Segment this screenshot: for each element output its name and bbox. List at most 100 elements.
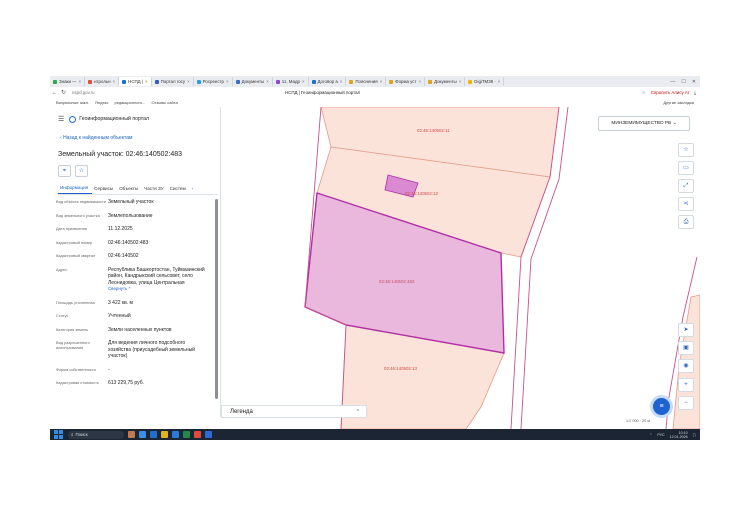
bookmark-item[interactable]: Отзывы сайта — [151, 100, 177, 105]
property-row: Кадастровая стоимость 613 229,75 руб. — [56, 380, 214, 387]
property-row: Кадастровый номер 02:46:140502:483 — [56, 240, 214, 247]
teams-icon[interactable] — [205, 431, 212, 438]
property-value-text: 613 229,75 руб. — [108, 380, 144, 386]
portal-name: Геоинформационный портал — [79, 116, 150, 122]
browser-tab[interactable]: Документы × — [233, 77, 273, 86]
property-value: Земли населенных пунктов — [108, 327, 208, 334]
tab-label: Документы — [241, 79, 265, 84]
tab-services[interactable]: Сервисы — [92, 186, 117, 194]
browser-tab[interactable]: Пояснения × — [346, 77, 387, 86]
panel-scrollbar[interactable] — [215, 199, 218, 399]
layers-icon[interactable]: ☆ — [678, 143, 694, 157]
property-value: 11.12.2025 — [108, 226, 208, 233]
browser-tab[interactable]: НСПД | × — [119, 77, 152, 86]
search-icon: ⌕ — [71, 432, 74, 437]
property-value-text: 02:46:140502 — [108, 253, 139, 259]
collapse-address-link[interactable]: Свернуть ^ — [108, 286, 208, 293]
browser-tab[interactable]: 11. Мадр × — [273, 77, 309, 86]
property-row: Категория земель Земли населенных пунктов — [56, 327, 214, 334]
excel-icon[interactable] — [183, 431, 190, 438]
news-widget-icon[interactable] — [128, 431, 135, 438]
zoom-out-icon[interactable]: − — [678, 396, 694, 410]
ministry-select[interactable]: МИНЗЕМИМУЩЕСТВО РБ ⌄ — [598, 116, 690, 131]
bookmark-item[interactable]: Яндекс — [95, 100, 108, 105]
browser-tab[interactable]: Портал госу × — [152, 77, 194, 86]
browser-tab[interactable]: нтрольн × — [85, 77, 120, 86]
download-icon[interactable]: ⤓ — [694, 90, 696, 95]
property-row: Статус Учтенный — [56, 313, 214, 320]
tab-parcel-parts[interactable]: Части ЗУ — [142, 186, 168, 194]
map-tools-icon[interactable]: ▣ — [678, 341, 694, 355]
tabs-scroll-right-icon[interactable]: › — [190, 186, 198, 194]
tab-close-icon[interactable]: × — [113, 79, 116, 84]
url-field[interactable]: nspd.gov.ru — [72, 90, 95, 95]
close-window-icon[interactable]: ✕ — [692, 79, 696, 85]
tab-objects[interactable]: Объекты — [117, 186, 142, 194]
reload-icon[interactable]: ↻ — [59, 89, 68, 96]
task-view-icon[interactable] — [139, 431, 146, 438]
tab-close-icon[interactable]: × — [380, 79, 383, 84]
tab-close-icon[interactable]: × — [340, 79, 343, 84]
notifications-icon[interactable]: ▢ — [693, 433, 696, 437]
browser-tab[interactable]: Росреестр × — [194, 77, 233, 86]
tab-close-icon[interactable]: × — [419, 79, 422, 84]
property-row: Вид объекта недвижимости Земельный участо… — [56, 199, 214, 206]
tab-label: Форма уст — [395, 79, 417, 84]
tab-close-icon[interactable]: × — [266, 79, 269, 84]
bookmark-item[interactable]: Визуальные закл. — [56, 100, 89, 105]
windows-start-icon[interactable] — [54, 430, 63, 439]
property-key: Статус — [56, 313, 69, 318]
tab-close-icon[interactable]: × — [498, 79, 501, 84]
tray-arrow-icon[interactable]: ⌃ — [649, 433, 652, 437]
locate-on-map-icon[interactable]: ⌖ — [58, 165, 71, 177]
tab-close-icon[interactable]: × — [459, 79, 462, 84]
basemap-icon[interactable]: ▭ — [678, 161, 694, 175]
taskbar-search[interactable]: ⌕ Поиск — [68, 430, 124, 439]
tab-close-icon[interactable]: × — [187, 79, 190, 84]
zoom-in-icon[interactable]: + — [678, 378, 694, 392]
clock[interactable]: 10:10 12.01.2026 — [670, 431, 688, 439]
print-icon[interactable]: ⎙ — [678, 215, 694, 229]
browser-tab-strip: Знаки — × нтрольн × НСПД | × Портал госу × Росре… — [50, 76, 700, 87]
share-icon[interactable]: ⋖ — [678, 197, 694, 211]
measure-icon[interactable]: ⤢ — [678, 179, 694, 193]
browser-tab[interactable]: Форма уст × — [386, 77, 426, 86]
legend-toggle[interactable]: Легенда ⌃ — [221, 405, 367, 418]
word-icon[interactable] — [172, 431, 179, 438]
alice-button[interactable]: Спросить Алису AI — [651, 90, 689, 95]
bookmark-star-icon[interactable]: ☆ — [642, 90, 646, 96]
property-value-text: Республика Башкортостан, Туймазинский ра… — [108, 266, 205, 286]
property-key: Адрес — [56, 266, 68, 272]
navigate-icon[interactable]: ➤ — [678, 323, 694, 337]
yandex-browser-icon[interactable] — [194, 431, 201, 438]
menu-icon[interactable]: ☰ — [58, 115, 64, 123]
browser-tab[interactable]: Знаки — × — [50, 77, 86, 86]
tab-close-icon[interactable]: × — [79, 79, 82, 84]
tab-close-icon[interactable]: × — [226, 79, 229, 84]
maximize-icon[interactable]: ☐ — [681, 79, 685, 85]
browser-tab[interactable]: Договор а × — [309, 77, 347, 86]
lang-indicator[interactable]: РУС — [657, 433, 664, 437]
tab-information[interactable]: Информация — [58, 185, 93, 194]
tab-favicon-icon — [349, 79, 354, 84]
property-value: 3 422 кв. м — [108, 300, 208, 307]
property-value-text: 11.12.2025 — [108, 226, 133, 232]
back-arrow-icon[interactable]: ← — [50, 90, 59, 96]
bookmark-item[interactable]: редакционного... — [114, 100, 145, 105]
explorer-icon[interactable] — [161, 431, 168, 438]
parcel-actions: ⌖ ☆ — [58, 165, 88, 177]
chat-assistant-icon[interactable]: ≡ — [653, 398, 670, 415]
map-view[interactable]: 02:46:140502:11 02:46:140502:12 02:46:14… — [221, 107, 700, 429]
edge-icon[interactable] — [150, 431, 157, 438]
other-bookmarks[interactable]: Другие закладки — [663, 100, 700, 105]
property-value-text: Землепользование — [108, 212, 153, 219]
browser-tab[interactable]: Документы × — [425, 77, 466, 86]
tab-close-icon[interactable]: × — [302, 79, 305, 84]
tab-close-icon[interactable]: × — [145, 79, 148, 84]
back-to-results-link[interactable]: ‹ Назад к найденным объектам — [60, 135, 132, 141]
browser-tab[interactable]: DigiTM38 · × — [465, 77, 505, 86]
tab-systems[interactable]: Систем — [168, 186, 190, 194]
locate-icon[interactable]: ◉ — [678, 359, 694, 373]
minimize-icon[interactable]: — — [670, 79, 675, 85]
favorite-star-icon[interactable]: ☆ — [75, 165, 88, 177]
